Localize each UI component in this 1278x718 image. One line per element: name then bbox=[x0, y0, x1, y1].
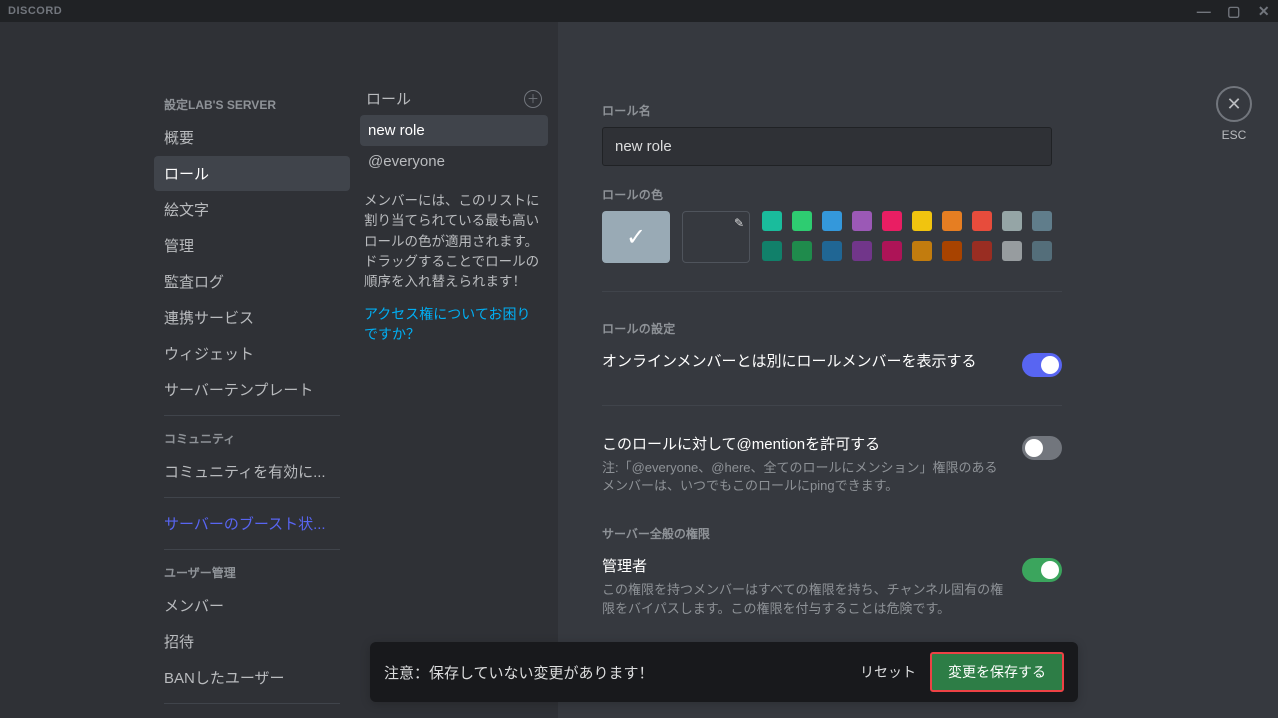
setting-allow-mention-toggle[interactable] bbox=[1022, 436, 1062, 460]
save-changes-button[interactable]: 変更を保存する bbox=[930, 652, 1064, 692]
role-item-everyone[interactable]: @everyone bbox=[360, 146, 548, 177]
close-icon: ✕ bbox=[1226, 94, 1241, 115]
unsaved-changes-message: 注意：保存していない変更があります！ bbox=[384, 662, 846, 683]
color-swatch[interactable] bbox=[882, 241, 902, 261]
color-swatch[interactable] bbox=[972, 241, 992, 261]
role-order-hint: メンバーには、このリストに割り当てられている最も高いロールの色が適用されます。ド… bbox=[360, 183, 548, 300]
sidebar-header-community: コミュニティ bbox=[154, 424, 350, 453]
unsaved-changes-bar: 注意：保存していない変更があります！ リセット 変更を保存する bbox=[370, 642, 1078, 702]
color-swatch[interactable] bbox=[762, 211, 782, 231]
custom-color-swatch[interactable]: ✎ bbox=[682, 211, 750, 263]
divider bbox=[602, 405, 1062, 406]
sidebar-item-audit-log[interactable]: 監査ログ bbox=[154, 264, 350, 299]
setting-allow-mention-title: このロールに対して@mentionを許可する bbox=[602, 434, 1006, 455]
color-swatch[interactable] bbox=[912, 241, 932, 261]
color-swatch[interactable] bbox=[1002, 241, 1022, 261]
color-swatch[interactable] bbox=[792, 211, 812, 231]
sidebar-item-roles[interactable]: ロール bbox=[154, 156, 350, 191]
sidebar-item-overview[interactable]: 概要 bbox=[154, 120, 350, 155]
reset-button[interactable]: リセット bbox=[846, 654, 930, 690]
sidebar-item-bans[interactable]: BANしたユーザー bbox=[154, 660, 350, 695]
perm-administrator-toggle[interactable] bbox=[1022, 558, 1062, 582]
color-swatch[interactable] bbox=[822, 211, 842, 231]
sidebar-item-delete-server[interactable]: サーバーを削除 bbox=[154, 712, 350, 718]
close-settings-button[interactable]: ✕ ESC bbox=[1216, 86, 1252, 142]
color-swatch[interactable] bbox=[822, 241, 842, 261]
color-swatch[interactable] bbox=[942, 241, 962, 261]
sidebar-item-enable-community[interactable]: コミュニティを有効に... bbox=[154, 454, 350, 489]
color-swatch[interactable] bbox=[972, 211, 992, 231]
sidebar-item-moderation[interactable]: 管理 bbox=[154, 228, 350, 263]
sidebar-divider bbox=[164, 703, 340, 704]
color-swatch[interactable] bbox=[1002, 211, 1022, 231]
window-close-button[interactable]: ✕ bbox=[1256, 4, 1272, 18]
color-swatch[interactable] bbox=[762, 241, 782, 261]
color-swatch[interactable] bbox=[852, 211, 872, 231]
role-item-new-role[interactable]: new role bbox=[360, 115, 548, 146]
color-swatch[interactable] bbox=[1032, 211, 1052, 231]
sidebar-header: 設定LAB'S SERVER bbox=[154, 90, 350, 119]
permissions-help-link[interactable]: アクセス権についてお困りですか？ bbox=[360, 300, 548, 348]
roles-list-title: ロール bbox=[366, 88, 411, 109]
esc-label: ESC bbox=[1222, 128, 1247, 142]
color-swatch[interactable] bbox=[1032, 241, 1052, 261]
sidebar-divider bbox=[164, 415, 340, 416]
color-swatch[interactable] bbox=[882, 211, 902, 231]
role-list-column: ロール ＋ new role @everyone メンバーには、このリストに割り… bbox=[350, 22, 558, 718]
role-name-label: ロール名 bbox=[602, 102, 1234, 119]
role-color-label: ロールの色 bbox=[602, 186, 1234, 203]
add-role-button[interactable]: ＋ bbox=[524, 90, 542, 108]
window-minimize-button[interactable]: — bbox=[1196, 4, 1212, 18]
perm-administrator-title: 管理者 bbox=[602, 556, 1006, 577]
discord-wordmark: DISCORD bbox=[8, 5, 62, 17]
color-swatch[interactable] bbox=[852, 241, 872, 261]
settings-sidebar: 設定LAB'S SERVER 概要 ロール 絵文字 管理 監査ログ 連携サービス… bbox=[154, 22, 350, 718]
sidebar-header-user-mgmt: ユーザー管理 bbox=[154, 558, 350, 587]
setting-display-separately-title: オンラインメンバーとは別にロールメンバーを表示する bbox=[602, 351, 1006, 372]
sidebar-item-template[interactable]: サーバーテンプレート bbox=[154, 372, 350, 407]
sidebar-divider bbox=[164, 497, 340, 498]
sidebar-item-invites[interactable]: 招待 bbox=[154, 624, 350, 659]
perm-administrator-note: この権限を持つメンバーはすべての権限を持ち、チャンネル固有の権限をバイパスします… bbox=[602, 581, 1006, 617]
sidebar-divider bbox=[164, 549, 340, 550]
sidebar-item-integrations[interactable]: 連携サービス bbox=[154, 300, 350, 335]
divider bbox=[602, 291, 1062, 292]
titlebar: DISCORD — ▢ ✕ bbox=[0, 0, 1278, 22]
server-permissions-label: サーバー全般の権限 bbox=[602, 525, 1234, 542]
setting-allow-mention-note: 注:「@everyone、@here、全てのロールにメンション」権限のあるメンバ… bbox=[602, 459, 1006, 495]
setting-display-separately-toggle[interactable] bbox=[1022, 353, 1062, 377]
sidebar-item-server-boost[interactable]: サーバーのブースト状... bbox=[154, 506, 350, 541]
role-edit-panel: ✕ ESC ロール名 ロールの色 ✓ ✎ ロールの設定 オンラインメンバーとは別… bbox=[558, 22, 1278, 718]
check-icon: ✓ bbox=[626, 223, 646, 252]
color-swatch-grid bbox=[762, 211, 1052, 263]
sidebar-item-emoji[interactable]: 絵文字 bbox=[154, 192, 350, 227]
color-swatch[interactable] bbox=[912, 211, 932, 231]
window-maximize-button[interactable]: ▢ bbox=[1226, 4, 1242, 18]
default-color-swatch[interactable]: ✓ bbox=[602, 211, 670, 263]
role-name-input[interactable] bbox=[602, 127, 1052, 166]
color-swatch[interactable] bbox=[942, 211, 962, 231]
eyedropper-icon: ✎ bbox=[734, 216, 744, 230]
sidebar-item-widget[interactable]: ウィジェット bbox=[154, 336, 350, 371]
color-swatch[interactable] bbox=[792, 241, 812, 261]
sidebar-item-members[interactable]: メンバー bbox=[154, 588, 350, 623]
role-settings-label: ロールの設定 bbox=[602, 320, 1234, 337]
